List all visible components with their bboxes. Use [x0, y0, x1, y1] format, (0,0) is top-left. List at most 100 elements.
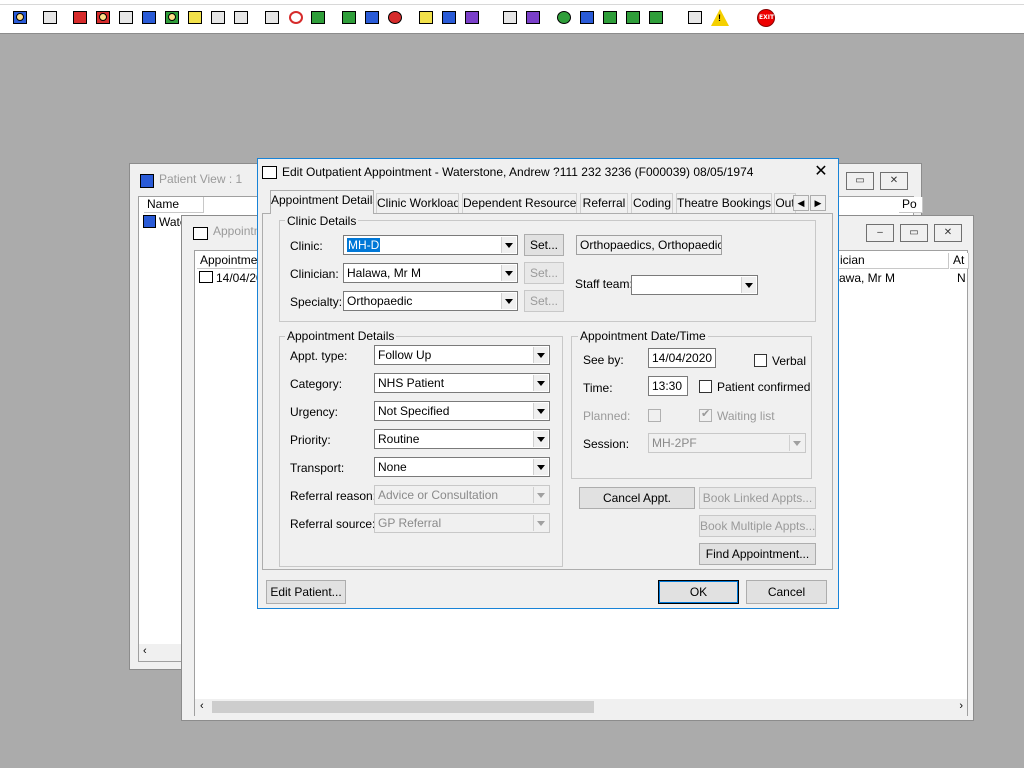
cancel-appt-button[interactable]: Cancel Appt. [579, 487, 695, 509]
scroll-right-icon[interactable]: › [959, 700, 963, 712]
priority-combo[interactable]: Routine [374, 429, 550, 449]
notes-icon[interactable] [185, 8, 205, 28]
scroll-left-icon[interactable]: ‹ [200, 700, 204, 712]
appointment-row-clinician[interactable]: awa, Mr M [839, 271, 895, 285]
clinic-details-label: Clinic Details [285, 214, 359, 228]
appt-type-combo[interactable]: Follow Up [374, 345, 550, 365]
chart-icon[interactable] [362, 8, 382, 28]
exit-icon[interactable]: EXIT [756, 8, 776, 28]
tab-scroll-right-icon[interactable]: ▶ [810, 195, 826, 211]
envelope-icon[interactable] [262, 8, 282, 28]
verbal-checkbox[interactable] [754, 354, 767, 367]
chevron-down-icon[interactable] [533, 487, 548, 503]
category-combo[interactable]: NHS Patient [374, 373, 550, 393]
patient-confirmed-checkbox[interactable] [699, 380, 712, 393]
clinician-combo[interactable]: Halawa, Mr M [343, 263, 518, 283]
appointment-row-at[interactable]: N [957, 271, 966, 285]
specialty-combo[interactable]: Orthopaedic [343, 291, 518, 311]
swap-icon[interactable] [646, 8, 666, 28]
printer-icon[interactable] [439, 8, 459, 28]
referral-reason-combo[interactable]: Advice or Consultation [374, 485, 550, 505]
horizontal-scrollbar[interactable]: ‹ › [195, 699, 967, 716]
print-icon[interactable] [40, 8, 60, 28]
document-icon[interactable] [500, 8, 520, 28]
col-po[interactable]: Po [899, 197, 923, 213]
person-edit-icon[interactable] [462, 8, 482, 28]
clinic-set-button[interactable]: Set... [524, 234, 564, 256]
tab-theatre-bookings[interactable]: Theatre Bookings [676, 193, 772, 213]
session-label: Session: [583, 437, 630, 451]
appointment-row-icon [199, 271, 213, 283]
specialty-set-button[interactable]: Set... [524, 290, 564, 312]
person-icon[interactable] [162, 8, 182, 28]
book-icon[interactable] [70, 8, 90, 28]
m-icon[interactable] [139, 8, 159, 28]
planned-checkbox[interactable] [648, 409, 661, 422]
patient-icon[interactable] [10, 8, 30, 28]
col-name[interactable]: Name [144, 197, 204, 213]
notepad-icon[interactable] [416, 8, 436, 28]
close-button[interactable]: ✕ [808, 161, 834, 183]
book-multiple-appts-button[interactable]: Book Multiple Appts... [699, 515, 816, 537]
time-field[interactable]: 13:30 [648, 376, 688, 396]
warning-icon[interactable]: ! [710, 8, 730, 28]
ok-button[interactable]: OK [658, 580, 739, 604]
close-button[interactable]: ✕ [880, 172, 908, 190]
cancel-button[interactable]: Cancel [746, 580, 827, 604]
envelope-icon [262, 166, 277, 179]
swap2-icon[interactable] [685, 8, 705, 28]
restore-button[interactable]: ▭ [846, 172, 874, 190]
chevron-down-icon[interactable] [741, 277, 756, 293]
chevron-down-icon[interactable] [533, 375, 548, 391]
report-icon[interactable] [339, 8, 359, 28]
clinic-combo[interactable]: MH-D [343, 235, 518, 255]
transport-combo[interactable]: None [374, 457, 550, 477]
bar-chart-icon[interactable] [523, 8, 543, 28]
chevron-down-icon[interactable] [501, 265, 516, 281]
tab-clinic-workload[interactable]: Clinic Workload [376, 193, 459, 213]
referral-source-combo[interactable]: GP Referral [374, 513, 550, 533]
inbox-icon[interactable] [577, 8, 597, 28]
referral-reason-label: Referral reason: [290, 489, 377, 503]
clock-icon[interactable] [286, 8, 306, 28]
tab-scroll-left-icon[interactable]: ◀ [793, 195, 809, 211]
chevron-down-icon[interactable] [789, 435, 804, 451]
flag-icon[interactable] [208, 8, 228, 28]
edit-patient-button[interactable]: Edit Patient... [266, 580, 346, 604]
chevron-down-icon[interactable] [533, 431, 548, 447]
appointment-row-date[interactable]: 14/04/20 [216, 271, 263, 285]
chevron-down-icon[interactable] [501, 293, 516, 309]
col-at[interactable]: At [950, 253, 969, 269]
folder-icon[interactable] [93, 8, 113, 28]
chevron-down-icon[interactable] [533, 347, 548, 363]
tab-coding[interactable]: Coding [631, 193, 673, 213]
staff-team-combo[interactable] [631, 275, 758, 295]
check-icon[interactable] [600, 8, 620, 28]
clinician-set-button[interactable]: Set... [524, 262, 564, 284]
minimize-button[interactable]: – [866, 224, 894, 242]
scroll-thumb[interactable] [212, 701, 594, 713]
transport-label: Transport: [290, 461, 345, 475]
network-icon[interactable] [554, 8, 574, 28]
urgency-combo[interactable]: Not Specified [374, 401, 550, 421]
see-by-field[interactable]: 14/04/2020 [648, 348, 716, 368]
book-linked-appts-button[interactable]: Book Linked Appts... [699, 487, 816, 509]
find-appointment-button[interactable]: Find Appointment... [699, 543, 816, 565]
refresh-icon[interactable] [623, 8, 643, 28]
flag2-icon[interactable] [231, 8, 251, 28]
session-combo[interactable]: MH-2PF [648, 433, 806, 453]
globe-icon[interactable] [385, 8, 405, 28]
chevron-down-icon[interactable] [533, 459, 548, 475]
tab-referral[interactable]: Referral [580, 193, 628, 213]
waiting-list-checkbox[interactable]: ✔ [699, 408, 712, 422]
chevron-down-icon[interactable] [533, 403, 548, 419]
chevron-down-icon[interactable] [501, 237, 516, 253]
screen-icon[interactable] [308, 8, 328, 28]
restore-button[interactable]: ▭ [900, 224, 928, 242]
tab-appointment-details[interactable]: Appointment Details [270, 190, 374, 214]
close-button[interactable]: ✕ [934, 224, 962, 242]
chevron-down-icon[interactable] [533, 515, 548, 531]
col-clinician[interactable]: ician [837, 253, 949, 269]
tab-dependent-resources[interactable]: Dependent Resources [462, 193, 577, 213]
list-icon[interactable] [116, 8, 136, 28]
